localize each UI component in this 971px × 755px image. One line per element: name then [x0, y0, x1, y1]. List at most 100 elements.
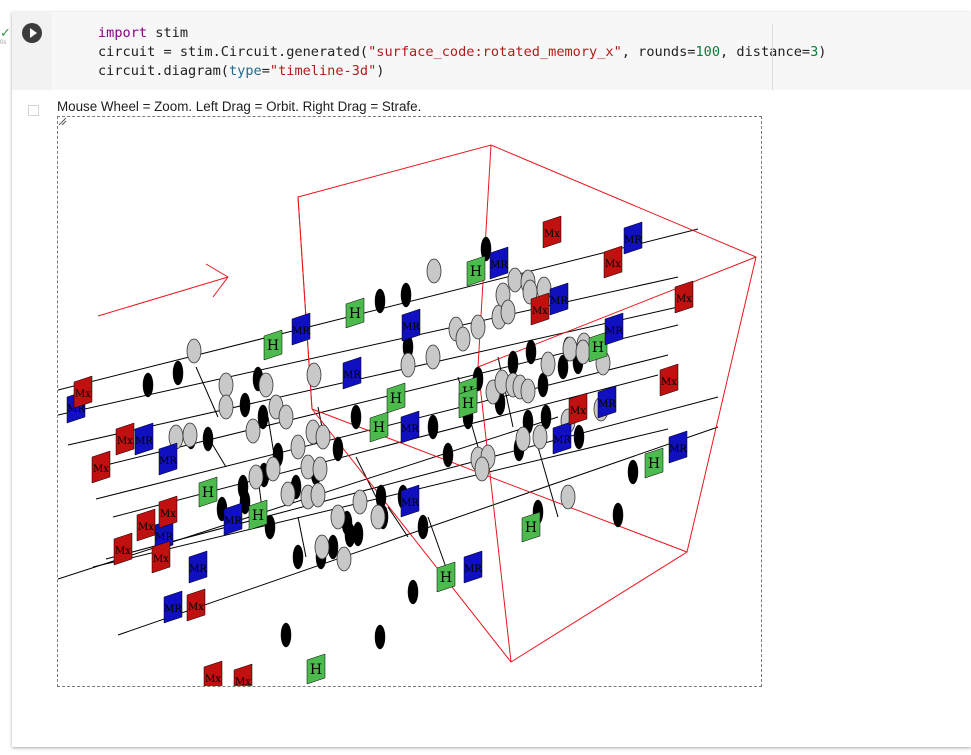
hadamard-gate: H — [369, 411, 389, 443]
svg-text:MR: MR — [553, 435, 571, 446]
target-dot — [400, 352, 416, 378]
control-dot — [427, 414, 439, 440]
code-line-3: circuit.diagram(type="timeline-3d") — [98, 63, 385, 79]
measure-x-gate: Mx — [542, 215, 562, 249]
svg-text:H: H — [592, 340, 604, 356]
measure-x-gate: Mx — [233, 663, 253, 686]
svg-text:H: H — [373, 420, 385, 436]
run-cell-button[interactable] — [22, 23, 42, 43]
target-dot — [218, 372, 234, 398]
control-dot — [237, 474, 249, 500]
connector-line — [195, 366, 219, 418]
measure-x-gate: Mx — [203, 660, 223, 686]
3d-circuit-viewer[interactable]: HHHHHHHHHHHHHHMRMRMRMRMRMRMRMRMRMRMRMRMR… — [57, 116, 762, 687]
control-dot — [202, 426, 214, 452]
control-dot — [332, 436, 344, 462]
control-dot — [507, 350, 519, 376]
svg-text:MR: MR — [605, 326, 623, 337]
svg-text:Mx: Mx — [188, 602, 204, 613]
svg-text:H: H — [349, 306, 361, 322]
output-icon[interactable] — [28, 105, 39, 116]
svg-text:MR: MR — [669, 444, 687, 455]
target-dot — [336, 546, 352, 572]
control-dot — [442, 442, 454, 468]
hadamard-gate: H — [521, 511, 541, 543]
target-dot — [426, 258, 442, 284]
measure-x-gate: Mx — [136, 508, 156, 542]
measure-reset-gate: MR — [597, 385, 616, 419]
measure-reset-gate: MR — [604, 312, 623, 346]
resize-grip-icon[interactable] — [58, 117, 67, 126]
code-line-2: circuit = stim.Circuit.generated("surfac… — [98, 44, 827, 60]
svg-text:H: H — [202, 485, 214, 501]
svg-text:Mx: Mx — [160, 509, 176, 520]
code-cell: ✓ 0s import stim circuit = stim.Circuit.g… — [0, 12, 971, 747]
svg-text:Mx: Mx — [138, 522, 154, 533]
measure-x-gate: Mx — [115, 422, 135, 456]
svg-text:MR: MR — [490, 260, 508, 271]
timeline-3d-diagram[interactable]: HHHHHHHHHHHHHHMRMRMRMRMRMRMRMRMRMRMRMRMR… — [58, 117, 761, 686]
target-dot — [455, 326, 471, 352]
svg-text:Mx: Mx — [570, 406, 586, 417]
svg-text:H: H — [252, 508, 264, 524]
viewer-hint-text: Mouse Wheel = Zoom. Left Drag = Orbit. R… — [57, 99, 422, 114]
measure-x-gate: Mx — [603, 245, 623, 279]
bounding-box-edge — [477, 366, 512, 663]
svg-text:Mx: Mx — [544, 229, 560, 240]
svg-text:MR: MR — [189, 564, 207, 575]
svg-text:Mx: Mx — [115, 546, 131, 557]
control-dot — [374, 624, 386, 650]
svg-text:Mx: Mx — [235, 677, 251, 686]
measure-reset-gate: MR — [668, 430, 687, 464]
control-dot — [627, 459, 639, 485]
target-dot — [515, 426, 531, 452]
svg-text:MR: MR — [464, 564, 482, 575]
target-dot — [500, 299, 516, 325]
target-dot — [312, 456, 328, 482]
measure-x-gate: Mx — [113, 532, 133, 566]
hadamard-gate: H — [263, 329, 283, 361]
svg-text:H: H — [390, 391, 402, 407]
svg-text:MR: MR — [164, 604, 182, 615]
svg-text:Mx: Mx — [676, 294, 692, 305]
svg-text:Mx: Mx — [93, 464, 109, 475]
execution-time: 0s — [0, 40, 7, 46]
target-dot — [248, 464, 264, 490]
svg-text:H: H — [462, 396, 474, 412]
svg-text:H: H — [525, 520, 537, 536]
target-dot — [352, 489, 368, 515]
code-editor[interactable]: import stim circuit = stim.Circuit.genera… — [52, 12, 971, 90]
control-dot — [417, 514, 429, 540]
target-dot — [310, 482, 326, 508]
svg-text:MR: MR — [224, 516, 242, 527]
svg-text:MR: MR — [155, 532, 173, 543]
control-dot — [374, 288, 386, 314]
measure-x-gate: Mx — [91, 450, 111, 484]
target-dot — [218, 394, 234, 420]
svg-text:Mx: Mx — [117, 436, 133, 447]
svg-text:MR: MR — [159, 456, 177, 467]
target-dot — [532, 424, 548, 450]
code-text[interactable]: import stim circuit = stim.Circuit.genera… — [98, 24, 826, 81]
control-dot — [350, 404, 362, 430]
target-dot — [306, 362, 322, 388]
svg-text:MR: MR — [401, 498, 419, 509]
hadamard-gate: H — [345, 297, 365, 329]
target-dot — [520, 378, 536, 404]
svg-text:H: H — [267, 338, 279, 354]
target-dot — [258, 372, 274, 398]
control-dot — [239, 392, 251, 418]
svg-text:Mx: Mx — [75, 389, 91, 400]
target-dot — [507, 267, 523, 293]
target-dot — [290, 434, 306, 460]
svg-text:MR: MR — [550, 296, 568, 307]
control-dot — [142, 372, 154, 398]
control-dot — [292, 544, 304, 570]
hadamard-gate: H — [386, 382, 406, 414]
measure-reset-gate: MR — [552, 421, 571, 455]
svg-text:MR: MR — [624, 235, 642, 246]
svg-text:Mx: Mx — [605, 259, 621, 270]
target-dot — [575, 339, 591, 365]
svg-text:MR: MR — [402, 322, 420, 333]
control-dot — [400, 282, 412, 308]
